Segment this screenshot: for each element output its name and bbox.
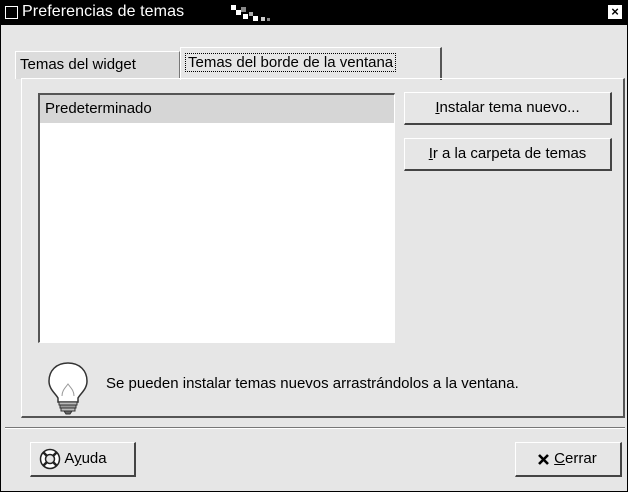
title-bar[interactable]: Preferencias de temas ×	[1, 1, 627, 25]
mnemonic-letter: C	[554, 450, 566, 467]
install-theme-button[interactable]: Instalar tema nuevo...	[404, 92, 612, 125]
help-button[interactable]: Ayuda	[30, 442, 136, 477]
window-menu-icon[interactable]	[5, 6, 18, 19]
tab-widget-themes[interactable]: Temas del widget	[15, 51, 180, 79]
button-label: A	[64, 450, 75, 467]
close-button[interactable]: Cerrar	[515, 442, 622, 477]
window-title: Preferencias de temas	[22, 3, 185, 20]
theme-preferences-window: Preferencias de temas × Temas del widget…	[0, 0, 628, 492]
drag-hint-text: Se pueden instalar temas nuevos arrastrá…	[106, 375, 519, 392]
mnemonic-letter: y	[74, 450, 82, 467]
button-label: r a la carpeta de temas	[432, 145, 587, 162]
tab-label: Temas del borde de la ventana	[185, 53, 397, 72]
open-theme-folder-button[interactable]: Ir a la carpeta de temas	[404, 138, 612, 171]
button-label: errar	[565, 450, 597, 467]
separator	[5, 427, 625, 429]
help-lifebuoy-icon	[39, 448, 61, 470]
tab-window-border-themes[interactable]: Temas del borde de la ventana	[180, 47, 442, 80]
window-close-button[interactable]: ×	[608, 5, 622, 19]
decorative-pixels-icon	[231, 5, 270, 21]
tab-label: Temas del widget	[20, 56, 136, 73]
button-label: uda	[81, 450, 107, 467]
theme-list[interactable]: Predeterminado	[38, 93, 395, 343]
button-label: nstalar tema nuevo...	[439, 99, 580, 116]
list-item-label: Predeterminado	[45, 100, 152, 117]
list-item[interactable]: Predeterminado	[40, 95, 394, 123]
lightbulb-icon	[48, 362, 88, 415]
close-x-icon	[538, 453, 549, 465]
